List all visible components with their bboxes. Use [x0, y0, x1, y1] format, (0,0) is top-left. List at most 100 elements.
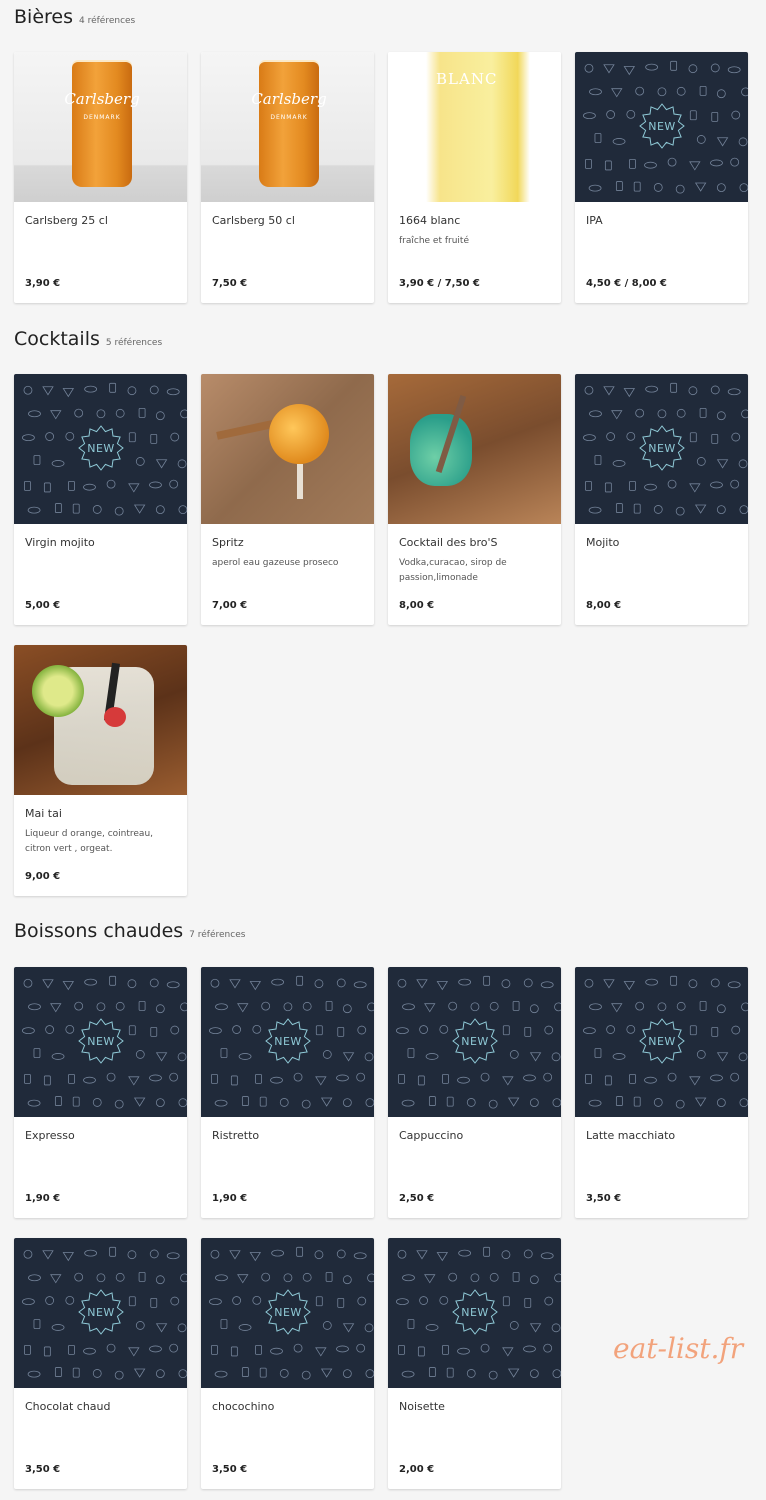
- food-doodle: [45, 432, 55, 441]
- food-doodle: [261, 1001, 271, 1011]
- section-header: Bières 4 références: [14, 6, 754, 46]
- food-doodle: [543, 1072, 553, 1082]
- food-doodle: [675, 184, 685, 194]
- food-doodle: [155, 1004, 165, 1014]
- product-price: 4,50 € / 8,00 €: [586, 278, 667, 289]
- product-photo: Carlsberg DENMARK: [201, 52, 374, 202]
- food-doodle: [92, 505, 102, 514]
- product-card[interactable]: BLANC 1664 blanc fraîche et fruité 3,90 …: [388, 52, 561, 303]
- food-doodle: [612, 138, 626, 145]
- product-card[interactable]: Carlsberg DENMARK Carlsberg 25 cl 3,90 €: [14, 52, 187, 303]
- food-doodle: [615, 503, 623, 513]
- section-title: Cocktails: [14, 328, 100, 350]
- food-doodle: [342, 1369, 352, 1379]
- food-doodle: [51, 1324, 65, 1331]
- food-doodle: [688, 64, 698, 74]
- food-doodle: [302, 1272, 312, 1282]
- food-doodle: [128, 1347, 140, 1357]
- product-card[interactable]: NEW Virgin mojito 5,00 €: [14, 374, 187, 625]
- product-price: 7,50 €: [212, 278, 248, 289]
- food-doodle: [149, 1345, 162, 1353]
- food-doodle: [653, 183, 663, 192]
- food-doodle: [502, 1025, 510, 1036]
- food-doodle: [489, 1272, 499, 1282]
- food-doodle: [657, 1002, 667, 1012]
- food-doodle: [62, 388, 75, 398]
- food-doodle: [688, 386, 698, 396]
- food-doodle: [540, 1252, 554, 1260]
- food-doodle: [241, 1367, 249, 1377]
- product-card[interactable]: NEW Mojito 8,00 €: [575, 374, 748, 625]
- product-card[interactable]: Mai tai Liqueur d orange, cointreau, cit…: [14, 645, 187, 896]
- food-doodle: [74, 1001, 84, 1011]
- food-doodle: [211, 1073, 218, 1084]
- food-doodle: [133, 1097, 146, 1107]
- food-doodle: [296, 975, 304, 986]
- product-name: Mojito: [586, 536, 620, 549]
- food-doodle: [439, 1024, 449, 1034]
- food-doodle: [23, 978, 33, 988]
- food-doodle: [626, 109, 636, 119]
- food-doodle: [439, 1295, 449, 1305]
- food-doodle: [365, 1369, 374, 1379]
- product-card[interactable]: Spritz aperol eau gazeuse proseco 7,00 €: [201, 374, 374, 625]
- food-doodle: [249, 1252, 262, 1262]
- product-card[interactable]: NEW Latte macchiato 3,50 €: [575, 967, 748, 1218]
- product-price: 3,90 € / 7,50 €: [399, 278, 480, 289]
- food-doodle: [501, 1250, 511, 1260]
- food-doodle: [114, 1370, 124, 1380]
- product-photo: [388, 374, 561, 524]
- product-card[interactable]: NEW Chocolat chaud 3,50 €: [14, 1238, 187, 1489]
- product-card[interactable]: Cocktail des bro'S Vodka,curacao, sirop …: [388, 374, 561, 625]
- food-doodle: [43, 1075, 51, 1086]
- food-doodle: [543, 1343, 553, 1353]
- photo-label: Carlsberg: [251, 90, 327, 108]
- product-price: 8,00 €: [586, 600, 622, 611]
- food-doodle: [72, 503, 80, 514]
- food-doodle: [699, 408, 707, 418]
- food-doodle: [209, 1027, 222, 1035]
- product-description: Vodka,curacao, sirop de passion,limonade: [399, 558, 507, 583]
- food-doodle: [653, 1098, 663, 1107]
- food-doodle: [252, 1024, 262, 1034]
- food-doodle: [33, 1048, 41, 1058]
- food-doodle: [232, 1296, 242, 1305]
- food-doodle: [417, 1346, 425, 1357]
- food-doodle: [27, 506, 41, 514]
- food-doodle: [315, 1296, 323, 1307]
- product-card[interactable]: NEW IPA 4,50 € / 8,00 €: [575, 52, 748, 303]
- food-doodle: [584, 978, 594, 988]
- food-doodle: [302, 1001, 312, 1011]
- food-doodle: [271, 978, 285, 986]
- food-doodle: [594, 133, 602, 143]
- food-doodle: [293, 1072, 303, 1082]
- food-doodle: [483, 975, 491, 986]
- food-doodle: [301, 1370, 311, 1380]
- food-doodle: [396, 1298, 409, 1306]
- product-card[interactable]: NEW chocochino 3,50 €: [201, 1238, 374, 1489]
- food-doodle: [315, 1347, 327, 1357]
- food-doodle: [92, 1369, 102, 1378]
- food-doodle: [149, 481, 162, 489]
- food-doodle: [320, 1368, 333, 1378]
- food-doodle: [84, 385, 98, 393]
- food-doodle: [170, 1296, 180, 1306]
- food-doodle: [24, 480, 31, 491]
- product-card[interactable]: NEW Expresso 1,90 €: [14, 967, 187, 1218]
- food-doodle: [155, 1275, 165, 1285]
- food-doodle: [229, 979, 241, 989]
- food-doodle: [215, 1003, 228, 1011]
- product-card[interactable]: NEW Ristretto 1,90 €: [201, 967, 374, 1218]
- product-card[interactable]: NEW Cappuccino 2,50 €: [388, 967, 561, 1218]
- watermark-logo: eat-list.fr: [613, 1332, 744, 1365]
- food-doodle: [33, 455, 41, 465]
- food-doodle: [210, 978, 220, 988]
- food-doodle: [337, 1297, 345, 1308]
- product-card[interactable]: NEW Noisette 2,00 €: [388, 1238, 561, 1489]
- food-doodle: [716, 505, 726, 515]
- product-card[interactable]: Carlsberg DENMARK Carlsberg 50 cl 7,50 €: [201, 52, 374, 303]
- food-doodle: [512, 1272, 520, 1282]
- product-price: 2,50 €: [399, 1193, 435, 1204]
- food-doodle: [232, 1025, 242, 1034]
- food-doodle: [180, 1002, 187, 1012]
